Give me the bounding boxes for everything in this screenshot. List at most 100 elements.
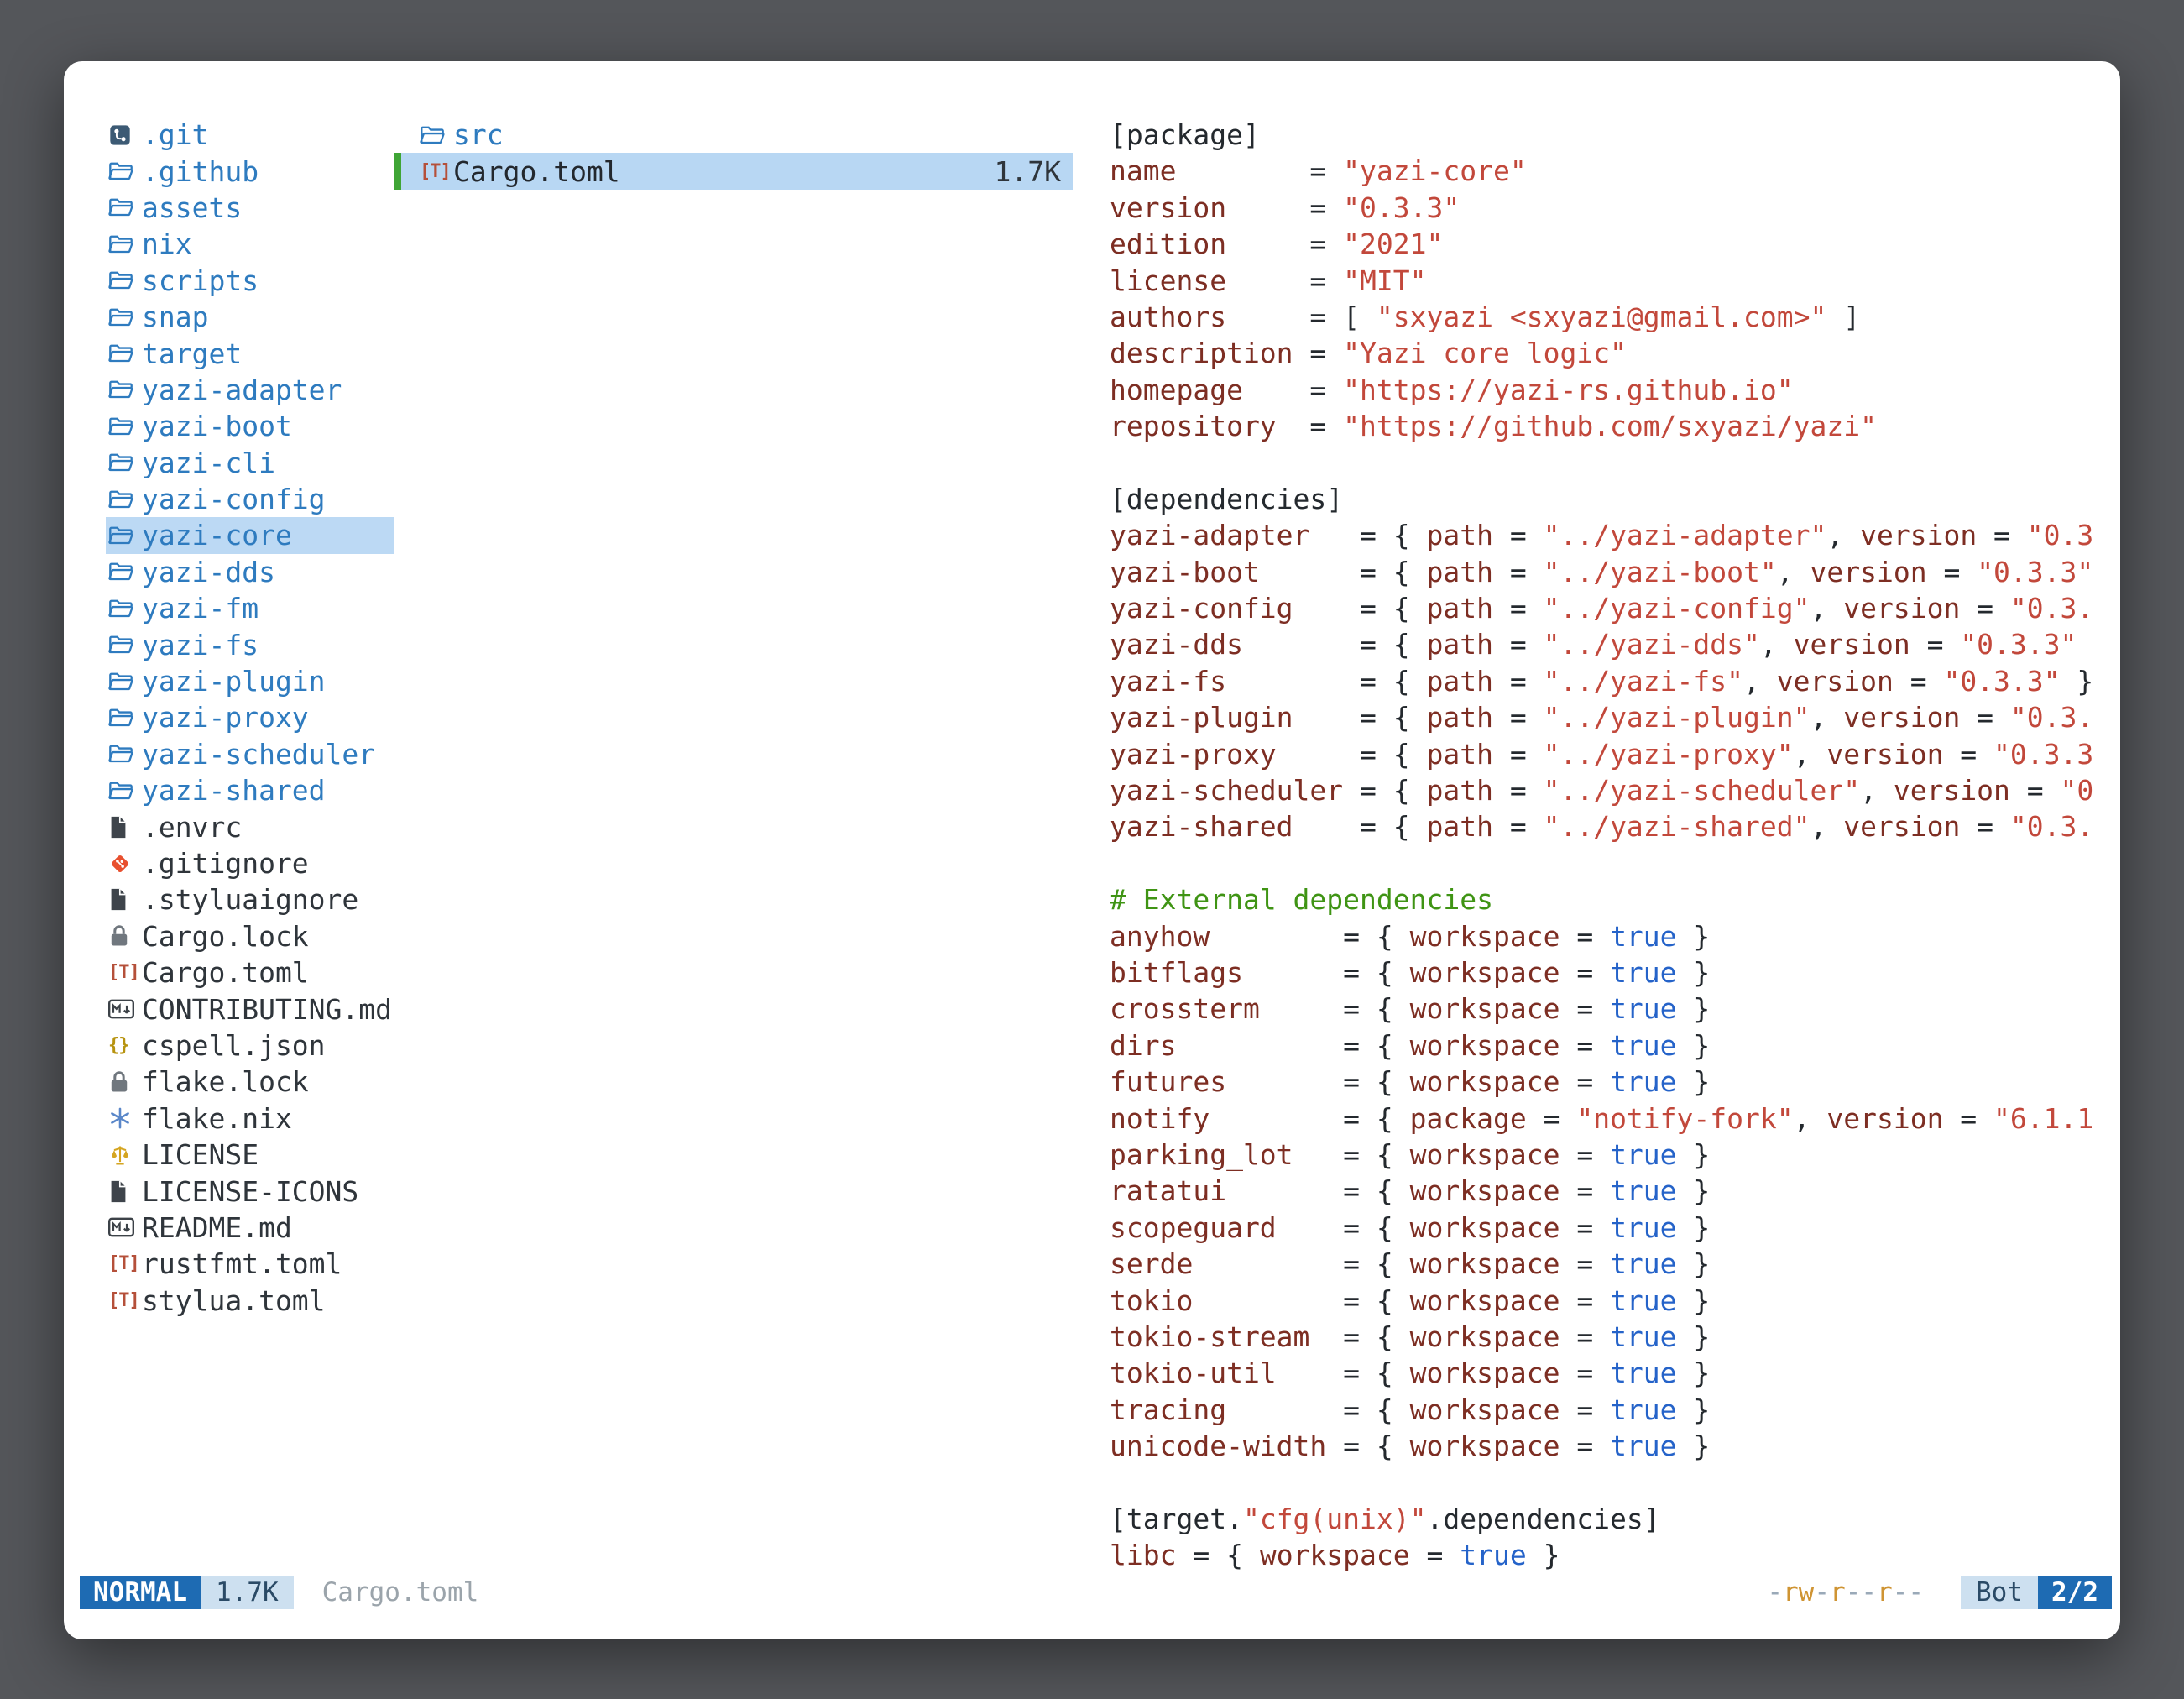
file-size-chip: 1.7K xyxy=(201,1576,294,1609)
code-line: dirs = { workspace = true } xyxy=(1110,1027,2120,1064)
item-name: stylua.toml xyxy=(142,1284,326,1317)
item-name: flake.nix xyxy=(142,1102,292,1135)
code-line: name = "yazi-core" xyxy=(1110,153,2120,189)
folder-row[interactable]: yazi-cli xyxy=(106,445,394,481)
folder-icon xyxy=(108,372,142,408)
code-line: license = "MIT" xyxy=(1110,263,2120,299)
folder-icon xyxy=(108,772,142,808)
code-line: yazi-scheduler = { path = "../yazi-sched… xyxy=(1110,772,2120,808)
item-name: flake.lock xyxy=(142,1065,309,1098)
code-line: homepage = "https://yazi-rs.github.io" xyxy=(1110,372,2120,408)
folder-icon xyxy=(108,336,142,372)
nix-icon xyxy=(108,1100,142,1137)
item-name: cspell.json xyxy=(142,1029,326,1062)
item-name: yazi-plugin xyxy=(142,665,326,698)
folder-icon xyxy=(108,263,142,299)
folder-row[interactable]: yazi-adapter xyxy=(106,372,394,408)
code-line xyxy=(1110,445,2120,481)
file-row[interactable]: .gitignore xyxy=(106,845,394,881)
folder-row[interactable]: yazi-core xyxy=(106,517,394,553)
file-row[interactable]: [T]rustfmt.toml xyxy=(106,1246,394,1282)
file-row[interactable]: flake.lock xyxy=(106,1064,394,1100)
code-line: yazi-plugin = { path = "../yazi-plugin",… xyxy=(1110,699,2120,735)
item-name: scripts xyxy=(142,264,259,297)
folder-row[interactable]: yazi-fs xyxy=(106,626,394,662)
item-name: Cargo.lock xyxy=(142,920,309,953)
file-row[interactable]: [T]stylua.toml xyxy=(106,1283,394,1319)
code-line: [dependencies] xyxy=(1110,481,2120,517)
code-line: futures = { workspace = true } xyxy=(1110,1064,2120,1100)
item-name: yazi-proxy xyxy=(142,701,309,734)
file-row[interactable]: .styluaignore xyxy=(106,881,394,917)
item-name: .gitignore xyxy=(142,847,309,880)
code-line: edition = "2021" xyxy=(1110,226,2120,262)
file-row[interactable]: README.md xyxy=(106,1210,394,1246)
lock-icon xyxy=(108,918,142,954)
item-name: yazi-fm xyxy=(142,592,259,625)
folder-row[interactable]: yazi-scheduler xyxy=(106,736,394,772)
code-line: # External dependencies xyxy=(1110,881,2120,917)
toml-icon: [T] xyxy=(108,954,142,991)
item-name: .github xyxy=(142,155,259,188)
scroll-position-badge: Bot xyxy=(1961,1576,2038,1609)
folder-row[interactable]: yazi-shared xyxy=(106,772,394,808)
code-line: authors = [ "sxyazi <sxyazi@gmail.com>" … xyxy=(1110,299,2120,335)
folder-row[interactable]: assets xyxy=(106,190,394,226)
folder-row[interactable]: yazi-proxy xyxy=(106,699,394,735)
folder-icon xyxy=(108,226,142,262)
folder-row[interactable]: yazi-config xyxy=(106,481,394,517)
code-line: yazi-adapter = { path = "../yazi-adapter… xyxy=(1110,517,2120,553)
item-name: CONTRIBUTING.md xyxy=(142,993,392,1026)
item-name: .envrc xyxy=(142,811,242,844)
file-icon xyxy=(108,809,142,845)
folder-row[interactable]: src xyxy=(394,117,1073,153)
folder-icon xyxy=(108,590,142,626)
folder-row[interactable]: .git xyxy=(106,117,394,153)
folder-icon xyxy=(108,408,142,444)
code-line: unicode-width = { workspace = true } xyxy=(1110,1428,2120,1464)
code-line: serde = { workspace = true } xyxy=(1110,1246,2120,1282)
item-name: yazi-fs xyxy=(142,629,259,661)
folder-row[interactable]: yazi-boot xyxy=(106,408,394,444)
folder-row[interactable]: snap xyxy=(106,299,394,335)
code-line: parking_lot = { workspace = true } xyxy=(1110,1137,2120,1173)
code-line: ratatui = { workspace = true } xyxy=(1110,1173,2120,1209)
item-name: yazi-dds xyxy=(142,556,275,588)
item-name: .git xyxy=(142,118,208,151)
folder-icon xyxy=(108,445,142,481)
file-row[interactable]: LICENSE-ICONS xyxy=(106,1173,394,1209)
item-name: yazi-config xyxy=(142,483,326,515)
item-name: yazi-boot xyxy=(142,410,292,442)
file-row[interactable]: LICENSE xyxy=(106,1137,394,1173)
folder-icon xyxy=(108,663,142,699)
code-line: [target."cfg(unix)".dependencies] xyxy=(1110,1501,2120,1537)
file-row[interactable]: [T]Cargo.toml xyxy=(106,954,394,991)
folder-row[interactable]: .github xyxy=(106,153,394,189)
file-row[interactable]: [T]Cargo.toml1.7K xyxy=(394,153,1073,189)
folder-row[interactable]: yazi-dds xyxy=(106,554,394,590)
item-name: LICENSE-ICONS xyxy=(142,1175,358,1208)
folder-row[interactable]: target xyxy=(106,335,394,371)
folder-icon xyxy=(420,117,453,153)
code-line: yazi-config = { path = "../yazi-config",… xyxy=(1110,590,2120,626)
code-line: crossterm = { workspace = true } xyxy=(1110,991,2120,1027)
file-icon xyxy=(108,1174,142,1210)
file-row[interactable]: CONTRIBUTING.md xyxy=(106,991,394,1027)
file-preview-pane: [package]name = "yazi-core"version = "0.… xyxy=(1110,117,2120,1574)
lock-icon xyxy=(108,1064,142,1100)
code-line: scopeguard = { workspace = true } xyxy=(1110,1210,2120,1246)
folder-row[interactable]: nix xyxy=(106,226,394,262)
code-line: libc = { workspace = true } xyxy=(1110,1537,2120,1573)
code-line: tokio = { workspace = true } xyxy=(1110,1283,2120,1319)
file-row[interactable]: flake.nix xyxy=(106,1100,394,1137)
code-line: yazi-shared = { path = "../yazi-shared",… xyxy=(1110,808,2120,844)
file-row[interactable]: Cargo.lock xyxy=(106,918,394,954)
folder-row[interactable]: scripts xyxy=(106,263,394,299)
file-row[interactable]: {}cspell.json xyxy=(106,1027,394,1064)
folder-row[interactable]: yazi-plugin xyxy=(106,663,394,699)
code-line: notify = { package = "notify-fork", vers… xyxy=(1110,1100,2120,1137)
code-line xyxy=(1110,1464,2120,1500)
item-name: yazi-adapter xyxy=(142,374,342,406)
folder-row[interactable]: yazi-fm xyxy=(106,590,394,626)
file-row[interactable]: .envrc xyxy=(106,808,394,844)
